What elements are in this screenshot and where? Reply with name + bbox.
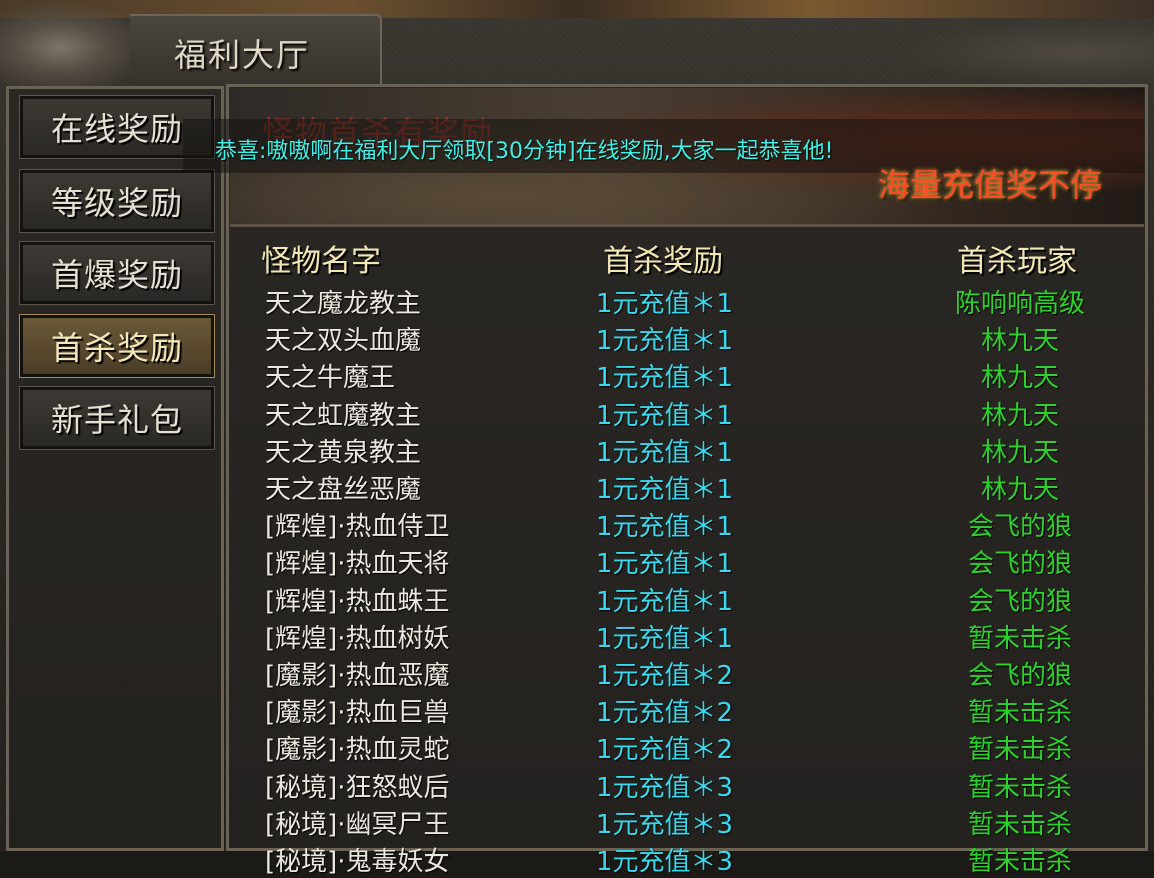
reward-cell: 1元充值＊2 xyxy=(596,661,734,691)
page-title: 福利大厅 xyxy=(174,36,311,74)
player-cell: 林九天 xyxy=(980,363,1059,393)
sidebar-item-first-kill-reward[interactable]: 首杀奖励 xyxy=(19,314,215,378)
monster-name-cell: [辉煌]·热血天将 xyxy=(265,549,450,579)
dragon-ornament-icon xyxy=(0,0,150,95)
reward-cell: 1元充值＊1 xyxy=(596,549,734,579)
player-cell: 暂未击杀 xyxy=(967,810,1072,840)
reward-cell: 1元充值＊2 xyxy=(596,698,734,728)
player-cell: 会飞的狼 xyxy=(967,549,1072,579)
monster-name-cell: 天之魔龙教主 xyxy=(265,289,422,319)
player-cell: 会飞的狼 xyxy=(967,587,1072,617)
reward-cell: 1元充值＊1 xyxy=(596,475,734,505)
sidebar-item-newbie-pack[interactable]: 新手礼包 xyxy=(19,386,215,450)
sidebar-item-level-reward[interactable]: 等级奖励 xyxy=(19,169,215,233)
monster-name-cell: [辉煌]·热血树妖 xyxy=(265,624,450,654)
player-cell: 陈响响高级 xyxy=(954,289,1085,319)
monster-name-cell: [秘境]·狂怒蚁后 xyxy=(265,773,450,803)
reward-cell: 1元充值＊1 xyxy=(596,587,734,617)
player-cell: 暂未击杀 xyxy=(967,847,1072,877)
player-cell: 会飞的狼 xyxy=(967,661,1072,691)
banner-slogan: 海量充值奖不停 xyxy=(878,166,1103,204)
monster-name-cell: 天之牛魔王 xyxy=(265,363,396,393)
player-cell: 林九天 xyxy=(980,326,1059,356)
reward-cell: 1元充值＊3 xyxy=(596,810,734,840)
monster-name-cell: 天之黄泉教主 xyxy=(265,438,422,468)
reward-cell: 1元充值＊3 xyxy=(596,847,734,877)
reward-cell: 1元充值＊2 xyxy=(596,735,734,765)
reward-cell: 1元充值＊1 xyxy=(596,624,734,654)
reward-cell: 1元充值＊1 xyxy=(596,512,734,542)
reward-cell: 1元充值＊1 xyxy=(596,363,734,393)
column-header-first-kill-player: 首杀玩家 xyxy=(957,244,1077,279)
player-cell: 林九天 xyxy=(980,401,1059,431)
reward-cell: 1元充值＊1 xyxy=(596,438,734,468)
player-cell: 暂未击杀 xyxy=(967,624,1072,654)
player-cell: 暂未击杀 xyxy=(967,735,1072,765)
monster-name-cell: 天之虹魔教主 xyxy=(265,401,422,431)
column-header-monster-name: 怪物名字 xyxy=(261,244,381,279)
announcement-text: 恭喜:嗷嗷啊在福利大厅领取[30分钟]在线奖励,大家一起恭喜他! xyxy=(215,139,834,164)
monster-name-cell: [秘境]·幽冥尸王 xyxy=(265,810,450,840)
player-cell: 暂未击杀 xyxy=(967,698,1072,728)
monster-name-cell: [辉煌]·热血侍卫 xyxy=(265,512,450,542)
player-cell: 林九天 xyxy=(980,438,1059,468)
column-header-first-kill-reward: 首杀奖励 xyxy=(603,244,723,279)
player-cell: 林九天 xyxy=(980,475,1059,505)
frame-ornament xyxy=(900,20,1154,85)
player-cell: 暂未击杀 xyxy=(967,773,1072,803)
sidebar-item-first-drop-reward[interactable]: 首爆奖励 xyxy=(19,241,215,305)
monster-name-cell: [辉煌]·热血蛛王 xyxy=(265,587,450,617)
monster-name-cell: [魔影]·热血恶魔 xyxy=(265,661,450,691)
monster-name-cell: [秘境]·鬼毒妖女 xyxy=(265,847,450,877)
monster-name-cell: 天之盘丝恶魔 xyxy=(265,475,422,505)
monster-name-cell: [魔影]·热血巨兽 xyxy=(265,698,450,728)
player-cell: 会飞的狼 xyxy=(967,512,1072,542)
reward-cell: 1元充值＊1 xyxy=(596,289,734,319)
reward-cell: 1元充值＊1 xyxy=(596,326,734,356)
reward-cell: 1元充值＊3 xyxy=(596,773,734,803)
monster-name-cell: [魔影]·热血灵蛇 xyxy=(265,735,450,765)
monster-name-cell: 天之双头血魔 xyxy=(265,326,422,356)
reward-cell: 1元充值＊1 xyxy=(596,401,734,431)
